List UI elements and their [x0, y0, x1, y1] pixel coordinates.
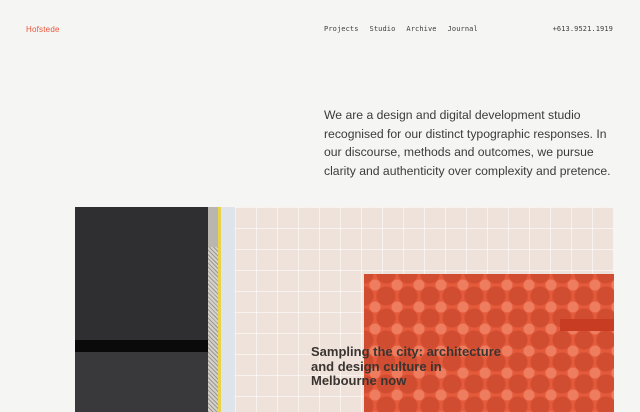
site-header: Hofstede Projects Studio Archive Journal…	[0, 0, 640, 60]
dark-panel-lower	[75, 352, 208, 412]
intro-text: We are a design and digital development …	[324, 108, 611, 178]
nav-journal[interactable]: Journal	[448, 25, 478, 33]
nav-archive[interactable]: Archive	[406, 25, 436, 33]
main-nav: Projects Studio Archive Journal	[324, 25, 478, 33]
feature-caption[interactable]: Sampling the city: architecture and desi…	[311, 344, 511, 389]
feature-image[interactable]: Sampling the city: architecture and desi…	[75, 207, 614, 412]
glass-strip	[221, 207, 235, 412]
orange-pattern-panel	[364, 274, 614, 412]
terrazzo-strip	[208, 247, 218, 412]
phone-link[interactable]: +613.9521.1919	[553, 25, 613, 33]
red-bar	[560, 319, 614, 331]
logo[interactable]: Hofstede	[26, 25, 60, 34]
nav-studio[interactable]: Studio	[370, 25, 396, 33]
nav-projects[interactable]: Projects	[324, 25, 359, 33]
dark-panel-fold	[75, 340, 208, 352]
